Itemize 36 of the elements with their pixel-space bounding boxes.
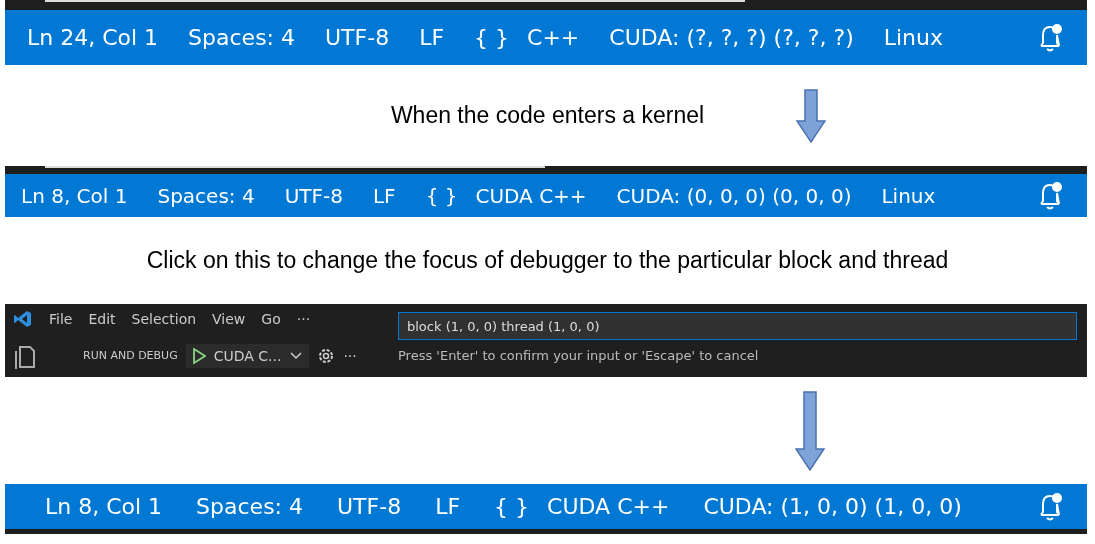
more-button[interactable]: ··· [343,347,357,364]
status-item[interactable]: LF [372,183,396,208]
status-item[interactable]: Spaces: 4 [196,494,303,519]
status-item[interactable]: CUDA: (1, 0, 0) (1, 0, 0) [703,494,962,519]
status-item[interactable]: LF [419,25,445,50]
status-item[interactable]: Linux [883,25,943,50]
braces-icon[interactable]: { } [425,183,458,208]
status-item[interactable]: Spaces: 4 [157,183,255,208]
status-item[interactable]: Spaces: 4 [188,25,295,50]
status-item[interactable]: Ln 24, Col 1 [27,25,159,50]
status-item[interactable]: CUDA C++ [547,494,670,519]
braces-icon[interactable]: { } [494,494,530,519]
status-item[interactable]: LF [435,494,461,519]
status-item[interactable]: Linux [881,183,936,208]
caption: Click on this to change the focus of debugger to the particular block and thread [146,247,949,274]
input-hint: Press 'Enter' to confirm your input or 'Escape' to cancel [398,348,760,363]
caption: When the code enters a kernel [390,102,705,129]
menu-item[interactable]: Go [261,311,281,327]
status-item[interactable]: UTF-8 [325,25,390,50]
status-item[interactable]: CUDA C++ [475,183,587,208]
status-item[interactable]: Ln 8, Col 1 [45,494,163,519]
status-item[interactable]: C++ [527,25,580,50]
menu-item[interactable]: View [212,311,246,327]
status-item[interactable]: CUDA: (0, 0, 0) (0, 0, 0) [616,183,852,208]
menu-item[interactable]: ··· [296,311,311,327]
configuration-dropdown[interactable]: CUDA C... [185,343,310,368]
menu-item[interactable]: File [49,311,73,327]
input-field[interactable]: block (1, 0, 0) thread (1, 0, 0) [398,312,1077,340]
status-item[interactable]: Ln 8, Col 1 [21,183,128,208]
braces-icon[interactable]: { } [474,25,510,50]
status-item[interactable]: CUDA: (?, ?, ?) (?, ?, ?) [609,25,854,50]
status-item[interactable]: UTF-8 [284,183,343,208]
menu-item[interactable]: Selection [131,311,197,327]
status-item[interactable]: UTF-8 [337,494,402,519]
menu-item[interactable]: Edit [88,311,116,327]
panel-title: RUN AND DEBUG [83,349,178,362]
